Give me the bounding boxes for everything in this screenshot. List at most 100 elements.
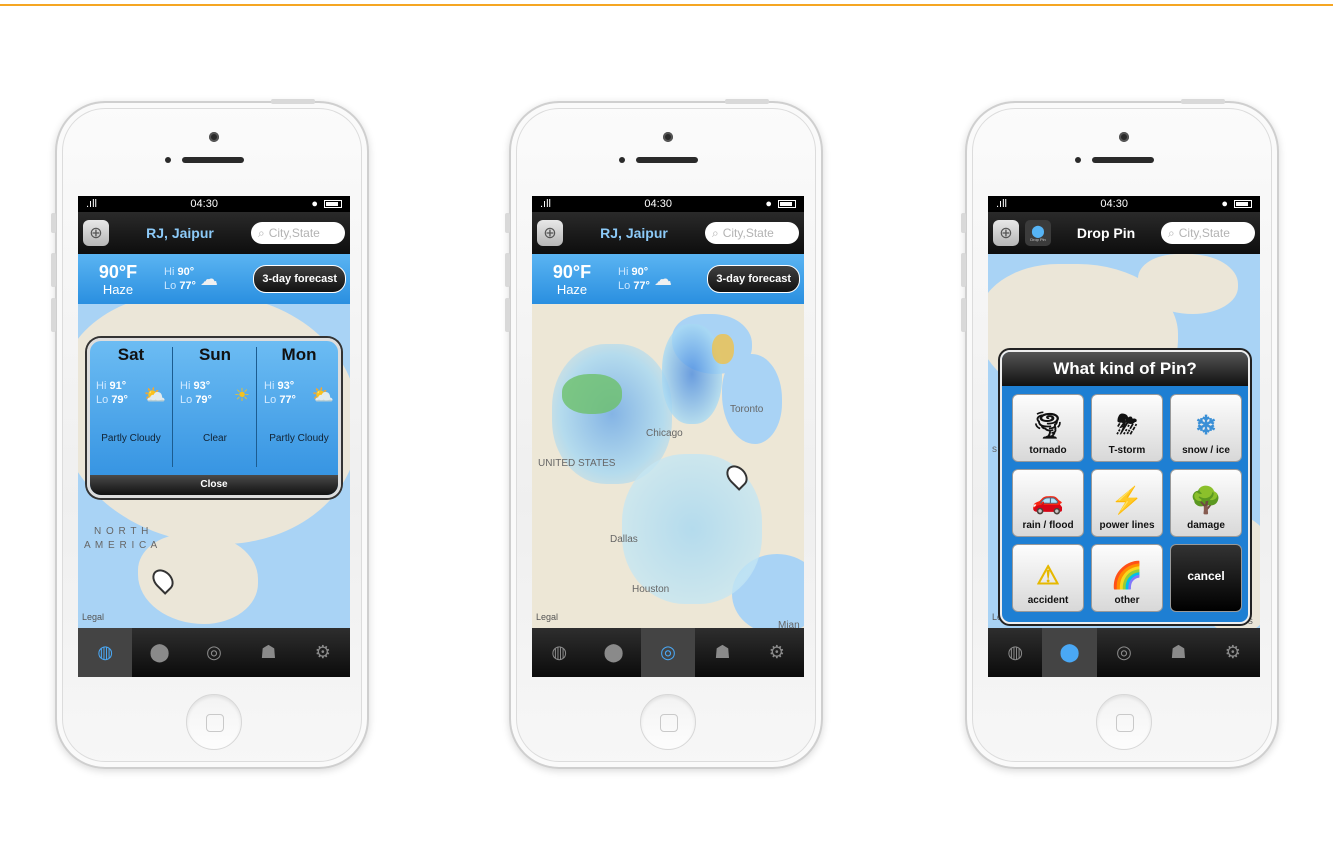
pin-option-tstorm[interactable]: ⛈ T-storm (1091, 394, 1163, 462)
page-title: Drop Pin (1076, 225, 1136, 241)
tab-globe-icon[interactable]: ◍ (532, 628, 586, 677)
phone-frame-radar: .ıll 04:30 ● ⊕ RJ, Jaipur ⌕ City,State 90… (505, 99, 823, 769)
power-lines-icon: ⚡ (1110, 485, 1144, 515)
top-divider-line (0, 4, 1333, 6)
pin-option-snow-ice[interactable]: ❄ snow / ice (1170, 394, 1242, 462)
forecast-day: Sat Hi 91° Lo 79° ⛅ Partly Cloudy (96, 345, 166, 444)
cloud-icon: ☁ (199, 268, 218, 289)
zoom-icon[interactable]: ⊕ (83, 220, 109, 246)
battery-icon (1234, 200, 1252, 208)
dialog-title: What kind of Pin? (1002, 352, 1248, 386)
thunderstorm-icon: ⛈ (1116, 409, 1138, 439)
earpiece-speaker (182, 157, 244, 163)
map-label-america: A M E R I C A (84, 540, 159, 551)
map-label-chicago: Chicago (646, 428, 683, 439)
signal-icon: .ıll (540, 198, 551, 210)
location-title[interactable]: RJ, Jaipur (600, 225, 668, 241)
legal-link[interactable]: Legal (82, 612, 104, 622)
pin-option-other[interactable]: 🌈 other (1091, 544, 1163, 612)
tab-bar: ◍ ⬤ ◎ ☗ ⚙ (532, 628, 804, 677)
tab-pin-icon[interactable]: ⬤ (586, 628, 640, 677)
pin-option-rain-flood[interactable]: 🚗 rain / flood (1012, 469, 1084, 537)
tab-gear-icon[interactable]: ⚙ (296, 628, 350, 677)
earpiece-speaker (636, 157, 698, 163)
tab-gear-icon[interactable]: ⚙ (750, 628, 804, 677)
pin-option-damage[interactable]: 🌳 damage (1170, 469, 1242, 537)
forecast-popup: Sat Hi 91° Lo 79° ⛅ Partly Cloudy Sun Hi … (87, 338, 341, 498)
status-bar: .ıll 04:30 ● (532, 196, 804, 212)
partly-cloudy-icon: ⛅ (311, 385, 334, 405)
tab-person-icon[interactable]: ☗ (695, 628, 749, 677)
nav-bar: ⊕ ⬤ Drop Pin Drop Pin ⌕ City,State (988, 212, 1260, 254)
fallen-tree-icon: 🌳 (1189, 485, 1223, 515)
pin-option-tornado[interactable]: 🌪 tornado (1012, 394, 1084, 462)
tab-radar-icon[interactable]: ◎ (1097, 628, 1151, 677)
search-input[interactable]: ⌕ City,State (250, 222, 345, 244)
rainbow-icon: 🌈 (1110, 560, 1144, 590)
tab-person-icon[interactable]: ☗ (1151, 628, 1205, 677)
home-button[interactable] (1096, 694, 1152, 750)
partly-cloudy-icon: ⛅ (143, 385, 166, 405)
map-label-us: UNITED STATES (538, 458, 616, 469)
search-input[interactable]: ⌕ City,State (704, 222, 799, 244)
earpiece-speaker (1092, 157, 1154, 163)
sun-icon: ☀ (233, 385, 250, 405)
screen: .ıll 04:30 ● ⊕ ⬤ Drop Pin Drop Pin ⌕ City,… (988, 196, 1260, 677)
phone-frame-forecast: .ıll 04:30 ● ⊕ RJ, Jaipur ⌕ City,State 90… (51, 99, 369, 769)
hi-lo: Hi 90° Lo 77° (164, 266, 196, 292)
tab-pin-icon[interactable]: ⬤ (132, 628, 186, 677)
current-temp: 90°F (552, 261, 592, 282)
tab-bar: ◍ ⬤ ◎ ☗ ⚙ (988, 628, 1260, 677)
location-icon: ● (765, 198, 772, 210)
location-title[interactable]: RJ, Jaipur (146, 225, 214, 241)
status-time: 04:30 (190, 198, 218, 210)
forecast-button[interactable]: 3-day forecast (707, 265, 800, 293)
close-button[interactable]: Close (90, 475, 338, 495)
current-condition: Haze (556, 281, 588, 297)
current-temp: 90°F (98, 261, 138, 282)
search-icon: ⌕ (257, 225, 265, 240)
tab-person-icon[interactable]: ☗ (241, 628, 295, 677)
home-button[interactable] (186, 694, 242, 750)
drop-pin-button[interactable]: ⬤ Drop Pin (1025, 220, 1051, 246)
pin-option-power-lines[interactable]: ⚡ power lines (1091, 469, 1163, 537)
pin-option-accident[interactable]: ⚠ accident (1012, 544, 1084, 612)
weather-bar: 90°F Haze Hi 90° Lo 77° ☁ 3-day forecast (532, 254, 804, 304)
hi-lo: Hi 90° Lo 77° (618, 266, 650, 292)
pin-icon: ⬤ (1031, 223, 1045, 238)
status-bar: .ıll 04:30 ● (78, 196, 350, 212)
home-button[interactable] (640, 694, 696, 750)
front-camera (209, 132, 219, 142)
zoom-icon[interactable]: ⊕ (537, 220, 563, 246)
cloud-icon: ☁ (653, 268, 672, 289)
map-label-houston: Houston (632, 584, 670, 595)
screen: .ıll 04:30 ● ⊕ RJ, Jaipur ⌕ City,State 90… (78, 196, 350, 677)
phone-frame-drop-pin: .ıll 04:30 ● ⊕ ⬤ Drop Pin Drop Pin ⌕ City,… (961, 99, 1279, 769)
radar-map-view[interactable]: Chicago Toronto UNITED STATES Dallas Hou… (532, 304, 804, 628)
legal-link[interactable]: Legal (536, 612, 558, 622)
cancel-button[interactable]: cancel (1170, 544, 1242, 612)
search-input[interactable]: ⌕ City,State (1161, 222, 1255, 244)
location-icon: ● (1221, 198, 1228, 210)
signal-icon: .ıll (996, 198, 1007, 210)
search-icon: ⌕ (1168, 225, 1175, 240)
flood-icon: 🚗 (1031, 485, 1065, 515)
tab-radar-icon[interactable]: ◎ (640, 628, 696, 677)
map-label-north: N O R T H (94, 526, 150, 537)
zoom-icon[interactable]: ⊕ (993, 220, 1019, 246)
tab-pin-icon[interactable]: ⬤ (1042, 628, 1097, 677)
forecast-button[interactable]: 3-day forecast (253, 265, 346, 293)
tornado-icon: 🌪 (1031, 410, 1065, 440)
forecast-day: Mon Hi 93° Lo 77° ⛅ Partly Cloudy (264, 345, 334, 444)
tab-radar-icon[interactable]: ◎ (187, 628, 241, 677)
map-label-toronto: Toronto (730, 404, 764, 415)
map-label-miami: Mian (778, 620, 800, 628)
tab-gear-icon[interactable]: ⚙ (1206, 628, 1260, 677)
current-condition: Haze (102, 281, 134, 297)
tab-globe-icon[interactable]: ◍ (78, 628, 133, 677)
weather-bar: 90°F Haze Hi 90° Lo 77° ☁ 3-day forecast (78, 254, 350, 304)
tab-bar: ◍ ⬤ ◎ ☗ ⚙ (78, 628, 350, 677)
forecast-day: Sun Hi 93° Lo 79° ☀ Clear (180, 345, 250, 444)
icicle-icon: ❄ (1195, 410, 1217, 440)
tab-globe-icon[interactable]: ◍ (988, 628, 1042, 677)
